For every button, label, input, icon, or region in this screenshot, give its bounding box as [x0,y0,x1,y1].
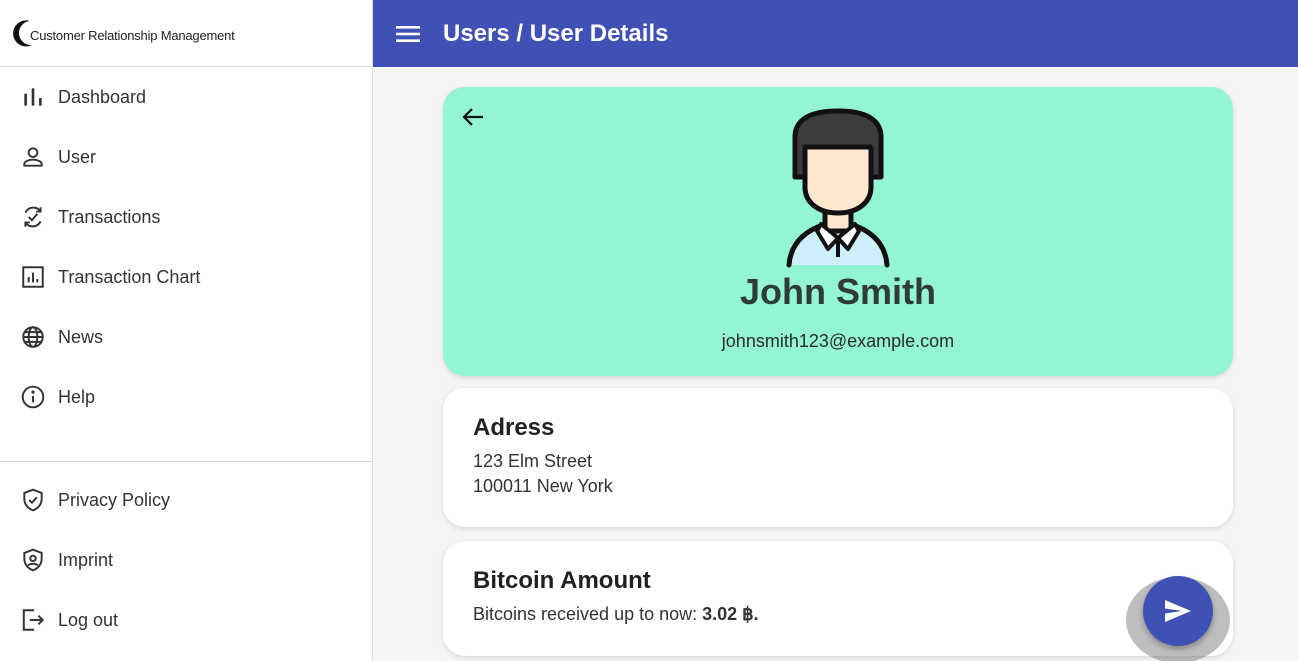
page-title: Users / User Details [443,19,669,47]
arrow-back-icon [462,108,483,126]
chart-box-icon [20,264,46,290]
bitcoin-line: Bitcoins received up to now: 3.02 ฿. [473,604,759,625]
sidebar-item-log-out[interactable]: Log out [0,590,372,650]
user-name: John Smith [740,271,936,312]
sidebar-divider [0,461,372,462]
sidebar-item-label: User [58,146,97,167]
sidebar-item-transactions[interactable]: Transactions [0,187,372,247]
bar-chart-icon [20,84,46,110]
address-card: Adress 123 Elm Street 100011 New York [443,388,1233,527]
sidebar-nav: Dashboard User Transactions Transaction … [0,67,372,427]
sidebar-item-imprint[interactable]: Imprint [0,530,372,590]
sidebar-item-label: News [58,326,104,347]
user-email[interactable]: johnsmith123@example.com [443,331,1233,352]
shield-person-icon [20,547,46,573]
sidebar-item-privacy-policy[interactable]: Privacy Policy [0,470,372,530]
sidebar-bottom-nav: Privacy Policy Imprint Log out [0,470,372,650]
top-app-bar: Users / User Details [373,0,1298,67]
sidebar: Customer Relationship Management Dashboa… [0,0,373,661]
sidebar-item-label: Dashboard [58,86,147,107]
logo-text: Customer Relationship Management [30,27,235,43]
bitcoin-title: Bitcoin Amount [473,567,651,594]
send-fab-button[interactable] [1143,576,1213,646]
transactions-icon [20,204,46,230]
logout-icon [20,607,46,633]
sidebar-item-label: Privacy Policy [58,489,171,510]
address-title: Adress [473,414,555,441]
shield-check-icon [20,487,46,513]
sidebar-item-dashboard[interactable]: Dashboard [0,67,372,127]
info-icon [20,384,46,410]
bitcoin-value: 3.02 ฿. [702,604,759,624]
sidebar-item-label: Log out [58,609,119,630]
sidebar-item-user[interactable]: User [0,127,372,187]
sidebar-item-label: Transactions [58,206,161,227]
main-content: John Smith johnsmith123@example.com Adre… [373,67,1298,661]
user-avatar [786,108,890,268]
send-icon [1165,600,1191,622]
bitcoin-label: Bitcoins received up to now: [473,604,698,624]
hamburger-menu-icon [396,25,420,42]
sidebar-item-label: Help [58,386,96,407]
person-icon [20,144,46,170]
sidebar-item-label: Imprint [58,549,114,570]
sidebar-item-help[interactable]: Help [0,367,372,427]
back-button[interactable] [459,103,487,131]
profile-card: John Smith johnsmith123@example.com [443,87,1233,376]
globe-icon [20,324,46,350]
sidebar-item-label: Transaction Chart [58,266,201,287]
sidebar-item-news[interactable]: News [0,307,372,367]
app-logo[interactable]: Customer Relationship Management [0,0,372,67]
menu-button[interactable] [393,19,423,49]
address-city: 100011 New York [473,476,613,496]
address-street: 123 Elm Street [473,451,593,471]
sidebar-item-transaction-chart[interactable]: Transaction Chart [0,247,372,307]
bitcoin-card: Bitcoin Amount Bitcoins received up to n… [443,541,1233,656]
